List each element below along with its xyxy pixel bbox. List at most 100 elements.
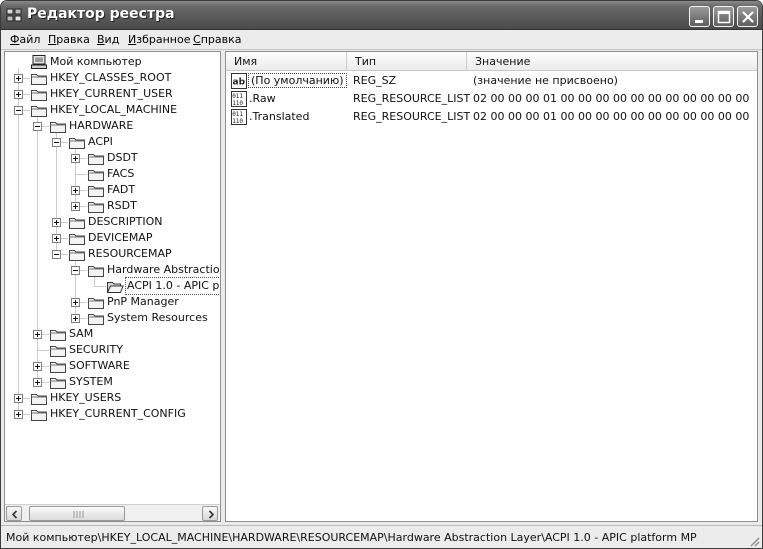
folder-icon (50, 122, 66, 133)
value-row[interactable]: 011 110 .Raw REG_RESOURCE_LIST 02 00 00 … (226, 91, 757, 108)
tree-horizontal-scrollbar[interactable] (5, 504, 220, 521)
tree-node-label: DSDT (107, 151, 138, 164)
folder-icon (50, 362, 66, 373)
menu-favorites[interactable]: Избранное (128, 33, 190, 46)
tree-node[interactable]: ACPI 1.0 - APIC platform MP (5, 277, 220, 295)
svg-text:011: 011 (232, 93, 243, 100)
tree-node-label: HKEY_LOCAL_MACHINE (50, 103, 178, 116)
expand-icon[interactable] (71, 202, 80, 211)
tree-node-label: Hardware Abstraction Layer (107, 263, 221, 276)
folder-icon (31, 74, 47, 85)
close-button[interactable] (737, 6, 758, 27)
expand-icon[interactable] (52, 234, 61, 243)
tree-node[interactable]: HKEY_USERS (5, 390, 220, 406)
registry-app-icon (6, 8, 22, 22)
tree-node[interactable]: DSDT (5, 150, 220, 166)
tree-node[interactable]: RSDT (5, 198, 220, 214)
tree-node-label: FADT (107, 183, 136, 196)
tree-node[interactable]: HARDWARE (5, 118, 220, 134)
tree-node-label: DEVICEMAP (88, 231, 153, 244)
tree-node-label: SAM (69, 327, 94, 340)
tree-node[interactable]: FACS (5, 166, 220, 182)
tree-node[interactable]: SECURITY (5, 342, 220, 358)
expand-icon[interactable] (71, 298, 80, 307)
svg-text:011: 011 (232, 111, 243, 118)
collapse-icon[interactable] (52, 250, 61, 259)
tree-root-my-computer[interactable]: Мой компьютер (5, 54, 220, 70)
resize-grip-icon[interactable] (748, 535, 760, 547)
value-row[interactable]: 011 110 .Translated REG_RESOURCE_LIST 02… (226, 109, 757, 126)
menu-file[interactable]: Файл (10, 33, 40, 46)
tree-node[interactable]: FADT (5, 182, 220, 198)
window-title: Редактор реестра (27, 6, 175, 22)
folder-icon (88, 314, 104, 325)
close-icon (742, 11, 754, 23)
minimize-button[interactable] (689, 6, 710, 27)
key-tree-pane[interactable]: Мой компьютер HKEY_CLASSES_ROOT HKEY_CURRE… (4, 51, 221, 522)
tree-node-label: RESOURCEMAP (88, 247, 172, 260)
tree-node[interactable]: PnP Manager (5, 294, 220, 310)
folder-icon (50, 346, 66, 357)
expand-icon[interactable] (71, 154, 80, 163)
tree-node-label: HKEY_CURRENT_CONFIG (50, 407, 186, 420)
expand-icon[interactable] (71, 186, 80, 195)
collapse-icon[interactable] (33, 122, 42, 131)
expand-icon[interactable] (14, 74, 23, 83)
expand-icon[interactable] (33, 362, 42, 371)
tree-node[interactable]: DESCRIPTION (5, 214, 220, 230)
expand-icon[interactable] (33, 378, 42, 387)
tree-node[interactable]: SYSTEM (5, 374, 220, 390)
scroll-right-button[interactable] (202, 506, 218, 521)
value-name: (По умолчанию) (248, 73, 347, 88)
menu-edit[interactable]: Правка (48, 33, 90, 46)
tree-node[interactable]: HKEY_LOCAL_MACHINE (5, 102, 220, 118)
expand-icon[interactable] (14, 394, 23, 403)
tree-node[interactable]: System Resources (5, 310, 220, 326)
value-type: REG_RESOURCE_LIST (353, 92, 471, 105)
folder-icon (88, 170, 104, 181)
value-data: 02 00 00 00 01 00 00 00 00 00 00 00 00 0… (473, 110, 753, 123)
folder-icon (69, 218, 85, 229)
expand-icon[interactable] (33, 330, 42, 339)
tree-node[interactable]: DEVICEMAP (5, 230, 220, 246)
column-type-header[interactable]: Тип (347, 52, 467, 71)
tree-node[interactable]: ACPI (5, 134, 220, 150)
tree-node-label: SOFTWARE (69, 359, 130, 372)
maximize-button[interactable] (713, 6, 734, 27)
collapse-icon[interactable] (52, 138, 61, 147)
scroll-thumb[interactable] (29, 506, 125, 521)
arrow-right-icon (208, 510, 215, 519)
tree-node-label: System Resources (107, 311, 208, 324)
collapse-icon[interactable] (71, 266, 80, 275)
folder-icon (31, 410, 47, 421)
value-row[interactable]: ab (По умолчанию) REG_SZ (значение не пр… (226, 73, 757, 90)
expand-icon[interactable] (52, 218, 61, 227)
collapse-icon[interactable] (14, 106, 23, 115)
svg-text:110: 110 (232, 118, 243, 125)
column-data-header[interactable]: Значение (467, 52, 757, 71)
tree-node[interactable]: SOFTWARE (5, 358, 220, 374)
expand-icon[interactable] (71, 314, 80, 323)
tree-node[interactable]: RESOURCEMAP (5, 246, 220, 262)
registry-editor-window: Редактор реестра Файл Правка Вид Избранн… (0, 0, 763, 549)
folder-icon (88, 298, 104, 309)
tree-node[interactable]: Hardware Abstraction Layer (5, 262, 220, 278)
title-bar[interactable]: Редактор реестра (1, 1, 762, 30)
tree-node[interactable]: HKEY_CURRENT_CONFIG (5, 406, 220, 422)
column-name-header[interactable]: Имя (226, 52, 347, 71)
tree-node[interactable]: HKEY_CURRENT_USER (5, 86, 220, 102)
tree-node-label: FACS (107, 167, 135, 180)
scroll-left-button[interactable] (6, 506, 22, 521)
tree-node[interactable]: SAM (5, 326, 220, 342)
menu-view[interactable]: Вид (97, 33, 119, 46)
tree-node-label: SECURITY (69, 343, 123, 356)
tree-node[interactable]: HKEY_CLASSES_ROOT (5, 70, 220, 86)
svg-text:ab: ab (233, 78, 246, 88)
folder-icon (88, 202, 104, 213)
values-list-pane[interactable]: Имя Тип Значение ab (По умолчанию) REG_S… (225, 51, 758, 522)
menu-help[interactable]: Справка (193, 33, 241, 46)
expand-icon[interactable] (14, 90, 23, 99)
expand-icon[interactable] (14, 410, 23, 419)
tree-node-label: SYSTEM (69, 375, 113, 388)
folder-icon (31, 106, 47, 117)
